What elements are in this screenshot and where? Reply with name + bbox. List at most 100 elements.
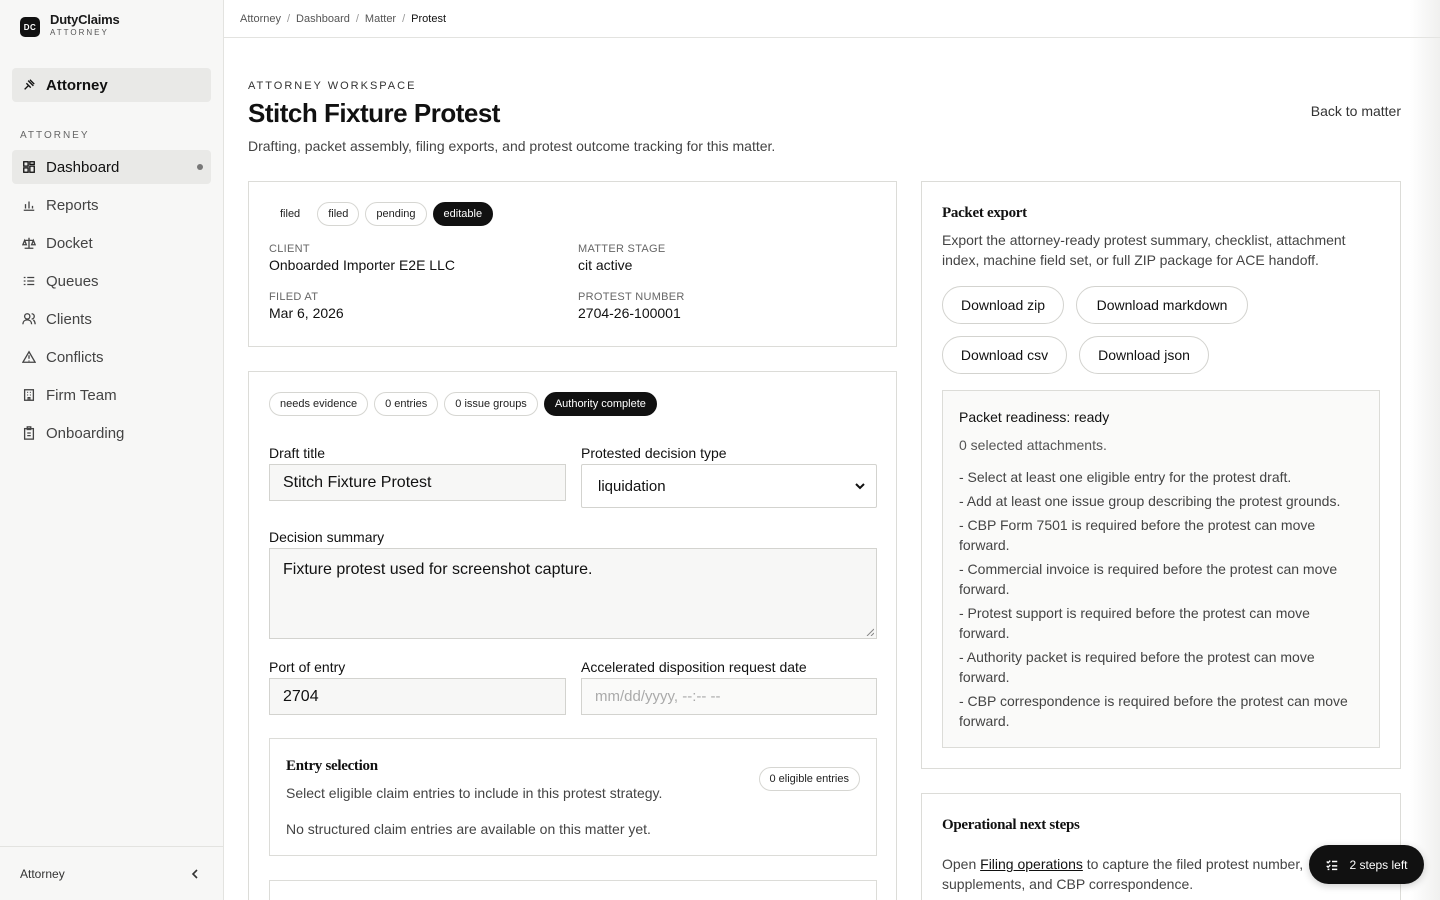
list-item: - Select at least one eligible entry for…	[959, 469, 1292, 485]
summary-card: filed filed pending editable CLIENT Onbo…	[248, 181, 897, 347]
sidebar-item-conflicts[interactable]: Conflicts	[12, 340, 211, 374]
dashboard-icon	[22, 160, 36, 174]
port-of-entry-label: Port of entry	[269, 659, 346, 675]
next-steps-title: Operational next steps	[942, 817, 1080, 833]
entry-selection-title: Entry selection	[286, 758, 378, 774]
brand-logo: DC	[20, 17, 40, 37]
draft-title-input[interactable]: Stitch Fixture Protest	[269, 464, 566, 501]
download-csv-button[interactable]: Download csv	[942, 336, 1067, 374]
chevron-down-icon	[855, 483, 865, 490]
draft-badges: needs evidence 0 entries 0 issue groups …	[269, 392, 663, 416]
accelerated-date-label: Accelerated disposition request date	[581, 659, 807, 675]
sidebar-item-label: Firm Team	[46, 386, 117, 404]
download-json-button[interactable]: Download json	[1079, 336, 1209, 374]
decision-summary-textarea[interactable]: Fixture protest used for screenshot capt…	[269, 548, 877, 639]
scroll-shadow	[1410, 0, 1440, 900]
packet-export-title: Packet export	[942, 205, 1027, 221]
decision-summary-value: Fixture protest used for screenshot capt…	[283, 561, 593, 578]
sidebar-item-reports[interactable]: Reports	[12, 188, 211, 222]
download-zip-button[interactable]: Download zip	[942, 286, 1064, 324]
chevron-left-icon	[191, 868, 198, 879]
status-badge: needs evidence	[269, 392, 369, 416]
collapse-sidebar-button[interactable]	[187, 866, 203, 882]
breadcrumb-item[interactable]: Matter	[365, 13, 396, 25]
sidebar-item-label: Attorney	[46, 76, 108, 94]
brand[interactable]: DC DutyClaims ATTORNEY	[20, 12, 120, 38]
list-item: - Add at least one issue group describin…	[959, 493, 1341, 509]
sidebar-item-label: Reports	[46, 196, 99, 214]
sidebar-item-attorney[interactable]: Attorney	[12, 68, 211, 102]
filing-operations-link[interactable]: Filing operations	[980, 856, 1083, 872]
active-dot	[197, 164, 203, 170]
clipboard-icon	[22, 426, 36, 440]
filed-at-value: Mar 6, 2026	[269, 305, 344, 321]
status-badge: 0 issue groups	[444, 392, 538, 416]
draft-title-label: Draft title	[269, 445, 326, 461]
next-steps-text: Open Filing operations to capture the fi…	[942, 856, 1304, 892]
sidebar-item-label: Conflicts	[46, 348, 104, 366]
sidebar-item-label: Clients	[46, 310, 92, 328]
download-markdown-button[interactable]: Download markdown	[1076, 286, 1248, 324]
sidebar-footer: Attorney	[0, 846, 223, 900]
gavel-icon	[22, 78, 36, 92]
back-to-matter-link[interactable]: Back to matter	[1311, 103, 1401, 119]
entry-selection-empty: No structured claim entries are availabl…	[286, 821, 651, 837]
next-panel	[269, 880, 877, 900]
resize-handle-icon[interactable]	[866, 628, 874, 636]
filed-at-label: FILED AT	[269, 291, 319, 303]
readiness-subtitle: 0 selected attachments.	[959, 437, 1107, 453]
brand-sub: ATTORNEY	[50, 28, 109, 37]
sidebar-item-firm-team[interactable]: Firm Team	[12, 378, 211, 412]
packet-export-description: Export the attorney-ready protest summar…	[942, 232, 1346, 268]
draft-card: needs evidence 0 entries 0 issue groups …	[248, 371, 897, 900]
breadcrumb-item[interactable]: Attorney	[240, 13, 281, 25]
protest-number-value: 2704-26-100001	[578, 305, 681, 321]
list-item: - Protest support is required before the…	[959, 605, 1310, 641]
brand-name: DutyClaims	[50, 12, 120, 27]
users-icon	[22, 312, 36, 326]
packet-readiness-panel: Packet readiness: ready 0 selected attac…	[942, 390, 1380, 748]
decision-type-select[interactable]: liquidation	[581, 464, 877, 508]
page-description: Drafting, packet assembly, filing export…	[248, 138, 776, 154]
steps-left-button[interactable]: 2 steps left	[1309, 845, 1424, 884]
sidebar-item-queues[interactable]: Queues	[12, 264, 211, 298]
sidebar-item-label: Dashboard	[46, 158, 120, 176]
sidebar-item-docket[interactable]: Docket	[12, 226, 211, 260]
port-of-entry-input[interactable]: 2704	[269, 678, 566, 715]
sidebar-item-onboarding[interactable]: Onboarding	[12, 416, 211, 450]
sidebar-item-dashboard[interactable]: Dashboard	[12, 150, 211, 184]
matter-stage-label: MATTER STAGE	[578, 243, 666, 255]
sidebar-section-label: ATTORNEY	[20, 130, 90, 141]
decision-type-label: Protested decision type	[581, 445, 727, 461]
sidebar: DC DutyClaims ATTORNEY Attorney ATTORNEY…	[0, 0, 224, 900]
status-badge: editable	[432, 202, 494, 226]
client-value: Onboarded Importer E2E LLC	[269, 257, 455, 273]
sidebar-item-label: Onboarding	[46, 424, 125, 442]
bar-chart-icon	[22, 198, 36, 212]
list-icon	[22, 274, 36, 288]
accelerated-date-input[interactable]: mm/dd/yyyy, --:-- --	[581, 678, 877, 715]
checklist-icon	[1326, 859, 1338, 870]
page-eyebrow: ATTORNEY WORKSPACE	[248, 80, 417, 92]
sidebar-item-label: Docket	[46, 234, 93, 252]
sidebar-footer-label: Attorney	[20, 866, 65, 881]
sidebar-item-label: Queues	[46, 272, 99, 290]
status-badges: filed filed pending editable	[269, 202, 499, 226]
breadcrumb-item[interactable]: Dashboard	[296, 13, 350, 25]
steps-left-label: 2 steps left	[1349, 857, 1408, 872]
status-badge: pending	[365, 202, 427, 226]
sidebar-item-clients[interactable]: Clients	[12, 302, 211, 336]
breadcrumb-current: Protest	[411, 12, 447, 25]
scale-icon	[22, 236, 36, 250]
list-item: - CBP correspondence is required before …	[959, 693, 1348, 729]
page-title: Stitch Fixture Protest	[248, 98, 500, 128]
matter-stage-value: cit active	[578, 257, 633, 273]
readiness-title: Packet readiness: ready	[959, 409, 1110, 425]
status-badge: filed	[317, 202, 360, 226]
list-item: - Authority packet is required before th…	[959, 649, 1315, 685]
decision-type-value: liquidation	[598, 477, 666, 495]
status-badge: Authority complete	[543, 392, 657, 416]
entry-selection-description: Select eligible claim entries to include…	[286, 785, 663, 801]
protest-number-label: PROTEST NUMBER	[578, 291, 685, 303]
warning-icon	[22, 350, 36, 364]
